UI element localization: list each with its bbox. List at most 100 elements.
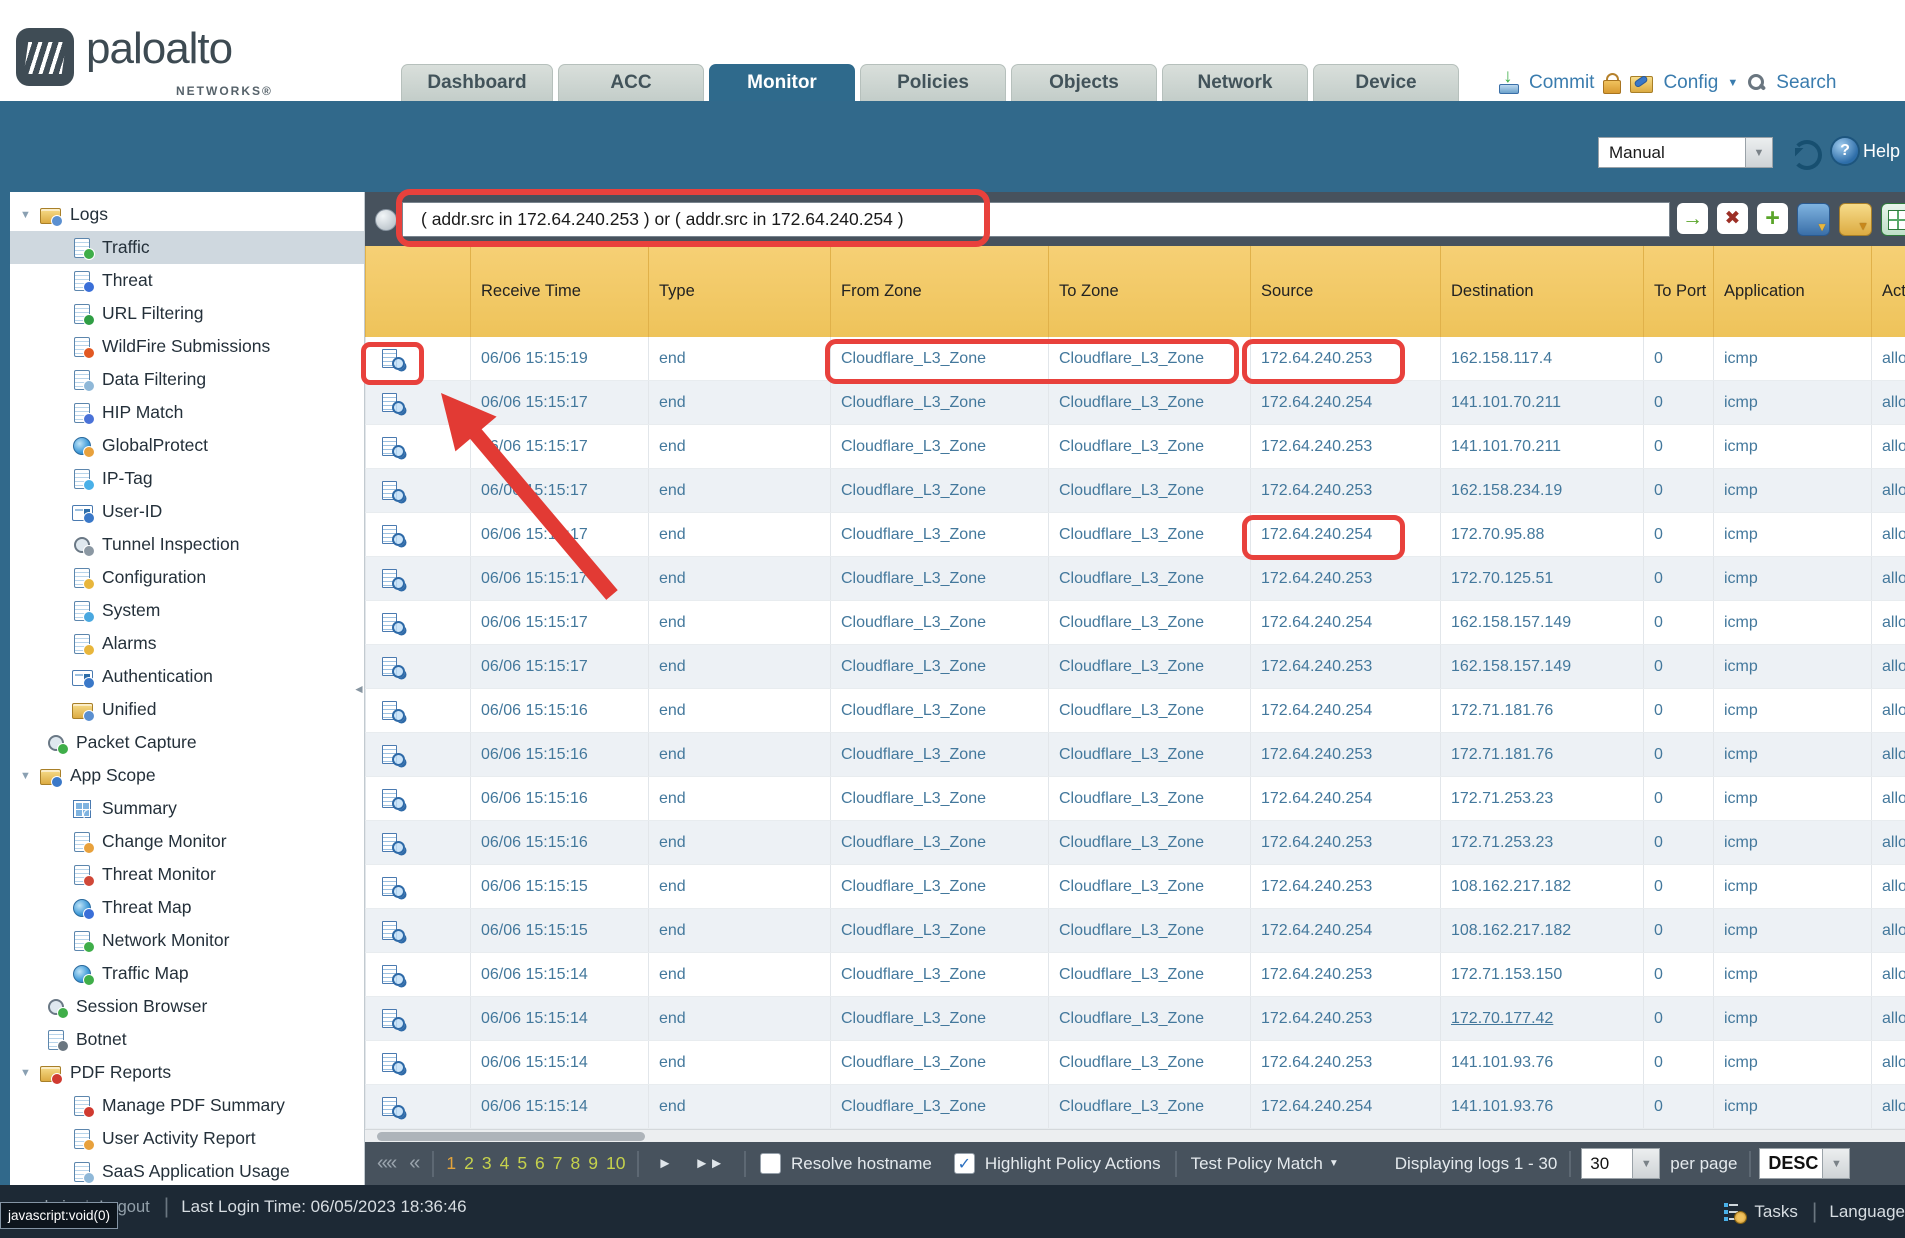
page-number-3[interactable]: 3: [482, 1153, 492, 1174]
sort-order-select[interactable]: DESC ▼: [1759, 1148, 1850, 1179]
cell-destination[interactable]: 162.158.157.149: [1440, 601, 1643, 644]
cell-to-zone[interactable]: Cloudflare_L3_Zone: [1048, 381, 1250, 424]
cell-receive-time[interactable]: 06/06 15:15:17: [470, 425, 648, 468]
cell-application[interactable]: icmp: [1713, 645, 1871, 688]
refresh-icon[interactable]: [1792, 140, 1822, 170]
page-number-5[interactable]: 5: [517, 1153, 527, 1174]
cell-from-zone[interactable]: Cloudflare_L3_Zone: [830, 689, 1048, 732]
tab-objects[interactable]: Objects: [1011, 64, 1157, 101]
page-number-9[interactable]: 9: [588, 1153, 598, 1174]
cell-receive-time[interactable]: 06/06 15:15:19: [470, 337, 648, 380]
log-table-row[interactable]: 06/06 15:15:19endCloudflare_L3_ZoneCloud…: [365, 337, 1905, 381]
cell-action[interactable]: allow: [1871, 469, 1905, 512]
sidebar-item-authentication[interactable]: Authentication: [10, 660, 364, 693]
cell-to-zone[interactable]: Cloudflare_L3_Zone: [1048, 997, 1250, 1040]
cell-from-zone[interactable]: Cloudflare_L3_Zone: [830, 557, 1048, 600]
log-detail-icon[interactable]: [382, 877, 406, 897]
page-number-4[interactable]: 4: [500, 1153, 510, 1174]
cell-receive-time[interactable]: 06/06 15:15:15: [470, 909, 648, 952]
cell-type[interactable]: end: [648, 513, 830, 556]
cell-application[interactable]: icmp: [1713, 381, 1871, 424]
sidebar-item-app-scope[interactable]: ▼App Scope: [10, 759, 364, 792]
cell-action[interactable]: allow: [1871, 777, 1905, 820]
sidebar-collapse-icon[interactable]: ◄: [353, 682, 365, 696]
page-number-2[interactable]: 2: [464, 1153, 474, 1174]
cell-action[interactable]: allow: [1871, 821, 1905, 864]
sidebar-item-configuration[interactable]: Configuration: [10, 561, 364, 594]
log-detail-icon[interactable]: [382, 1053, 406, 1073]
log-table-row[interactable]: 06/06 15:15:16endCloudflare_L3_ZoneCloud…: [365, 733, 1905, 777]
cell-application[interactable]: icmp: [1713, 337, 1871, 380]
cell-to-port[interactable]: 0: [1643, 821, 1713, 864]
log-detail-icon[interactable]: [382, 921, 406, 941]
last-page-button[interactable]: ►►: [694, 1155, 724, 1172]
cell-destination[interactable]: 162.158.234.19: [1440, 469, 1643, 512]
cell-type[interactable]: end: [648, 645, 830, 688]
col-detail[interactable]: [365, 246, 470, 337]
sidebar-item-user-activity-report[interactable]: User Activity Report: [10, 1122, 364, 1155]
cell-action[interactable]: allow: [1871, 513, 1905, 556]
cell-destination[interactable]: 108.162.217.182: [1440, 865, 1643, 908]
sidebar-item-traffic-map[interactable]: Traffic Map: [10, 957, 364, 990]
cell-to-port[interactable]: 0: [1643, 733, 1713, 776]
cell-from-zone[interactable]: Cloudflare_L3_Zone: [830, 997, 1048, 1040]
help-button[interactable]: ? Help: [1832, 138, 1900, 164]
cell-application[interactable]: icmp: [1713, 777, 1871, 820]
cell-to-port[interactable]: 0: [1643, 425, 1713, 468]
cell-to-port[interactable]: 0: [1643, 777, 1713, 820]
sidebar-item-network-monitor[interactable]: Network Monitor: [10, 924, 364, 957]
cell-from-zone[interactable]: Cloudflare_L3_Zone: [830, 821, 1048, 864]
cell-destination[interactable]: 172.71.181.76: [1440, 689, 1643, 732]
per-page-select[interactable]: 30 ▼: [1581, 1148, 1660, 1179]
sidebar-item-summary[interactable]: Summary: [10, 792, 364, 825]
log-table-row[interactable]: 06/06 15:15:17endCloudflare_L3_ZoneCloud…: [365, 557, 1905, 601]
tab-monitor[interactable]: Monitor: [709, 64, 855, 101]
cell-source[interactable]: 172.64.240.253: [1250, 821, 1440, 864]
log-table-row[interactable]: 06/06 15:15:15endCloudflare_L3_ZoneCloud…: [365, 909, 1905, 953]
cell-type[interactable]: end: [648, 1085, 830, 1128]
sort-order-dropdown-button[interactable]: ▼: [1823, 1148, 1850, 1179]
page-number-1[interactable]: 1: [446, 1153, 456, 1174]
cell-action[interactable]: allow: [1871, 337, 1905, 380]
highlight-policy-checkbox[interactable]: ✓: [954, 1153, 975, 1174]
sidebar-item-user-id[interactable]: User-ID: [10, 495, 364, 528]
cell-to-zone[interactable]: Cloudflare_L3_Zone: [1048, 953, 1250, 996]
tab-acc[interactable]: ACC: [558, 64, 704, 101]
cell-application[interactable]: icmp: [1713, 909, 1871, 952]
cell-action[interactable]: allow: [1871, 557, 1905, 600]
cell-type[interactable]: end: [648, 689, 830, 732]
cell-to-port[interactable]: 0: [1643, 909, 1713, 952]
cell-to-zone[interactable]: Cloudflare_L3_Zone: [1048, 777, 1250, 820]
cell-destination[interactable]: 108.162.217.182: [1440, 909, 1643, 952]
col-receive-time[interactable]: Receive Time: [470, 246, 648, 337]
cell-destination[interactable]: 141.101.93.76: [1440, 1085, 1643, 1128]
cell-to-zone[interactable]: Cloudflare_L3_Zone: [1048, 733, 1250, 776]
col-source[interactable]: Source: [1250, 246, 1440, 337]
cell-to-zone[interactable]: Cloudflare_L3_Zone: [1048, 1085, 1250, 1128]
cell-from-zone[interactable]: Cloudflare_L3_Zone: [830, 513, 1048, 556]
cell-receive-time[interactable]: 06/06 15:15:16: [470, 733, 648, 776]
cell-to-port[interactable]: 0: [1643, 1041, 1713, 1084]
per-page-dropdown-button[interactable]: ▼: [1633, 1148, 1660, 1179]
cell-receive-time[interactable]: 06/06 15:15:17: [470, 645, 648, 688]
cell-type[interactable]: end: [648, 865, 830, 908]
cell-source[interactable]: 172.64.240.253: [1250, 1041, 1440, 1084]
log-table-row[interactable]: 06/06 15:15:14endCloudflare_L3_ZoneCloud…: [365, 1041, 1905, 1085]
col-to-zone[interactable]: To Zone: [1048, 246, 1250, 337]
cell-source[interactable]: 172.64.240.253: [1250, 469, 1440, 512]
log-detail-icon[interactable]: [382, 569, 406, 589]
cell-to-port[interactable]: 0: [1643, 469, 1713, 512]
cell-destination[interactable]: 172.71.181.76: [1440, 733, 1643, 776]
cell-source[interactable]: 172.64.240.254: [1250, 513, 1440, 556]
col-to-port[interactable]: To Port: [1643, 246, 1713, 337]
sidebar-item-logs[interactable]: ▼Logs: [10, 198, 364, 231]
cell-source[interactable]: 172.64.240.254: [1250, 381, 1440, 424]
cell-receive-time[interactable]: 06/06 15:15:17: [470, 557, 648, 600]
cell-action[interactable]: allow: [1871, 909, 1905, 952]
sidebar-item-threat-monitor[interactable]: Threat Monitor: [10, 858, 364, 891]
cell-destination[interactable]: 172.70.95.88: [1440, 513, 1643, 556]
log-detail-icon[interactable]: [382, 745, 406, 765]
cell-receive-time[interactable]: 06/06 15:15:15: [470, 865, 648, 908]
cell-destination[interactable]: 172.70.177.42: [1440, 997, 1643, 1040]
cell-destination[interactable]: 141.101.70.211: [1440, 381, 1643, 424]
